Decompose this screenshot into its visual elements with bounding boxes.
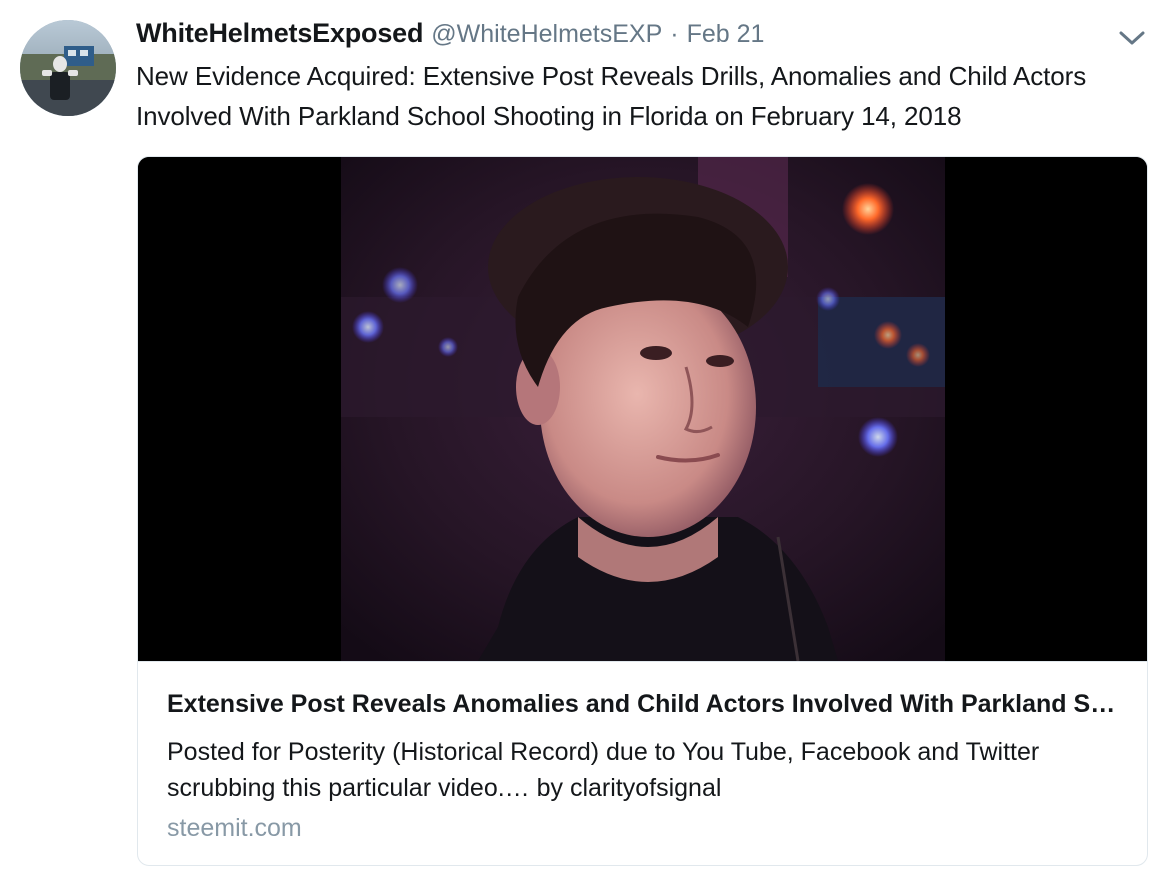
- tweet-text: New Evidence Acquired: Extensive Post Re…: [136, 61, 1087, 131]
- card-title[interactable]: Extensive Post Reveals Anomalies and Chi…: [167, 688, 1122, 720]
- author-handle[interactable]: @WhiteHelmetsEXP: [431, 20, 662, 49]
- card-description: Posted for Posterity (Historical Record)…: [167, 738, 1040, 802]
- tweet-header: WhiteHelmetsExposed @WhiteHelmetsEXP · F…: [136, 18, 764, 52]
- author-name[interactable]: WhiteHelmetsExposed: [136, 18, 423, 49]
- chevron-down-icon[interactable]: [1116, 26, 1148, 50]
- card-content[interactable]: Extensive Post Reveals Anomalies and Chi…: [138, 661, 1147, 865]
- separator-dot: ·: [670, 20, 679, 48]
- card-image[interactable]: [138, 157, 1147, 661]
- link-card[interactable]: Extensive Post Reveals Anomalies and Chi…: [137, 156, 1148, 866]
- author-avatar[interactable]: [20, 20, 116, 116]
- tweet-timestamp[interactable]: Feb 21: [687, 20, 765, 49]
- card-domain[interactable]: steemit.com: [167, 812, 302, 844]
